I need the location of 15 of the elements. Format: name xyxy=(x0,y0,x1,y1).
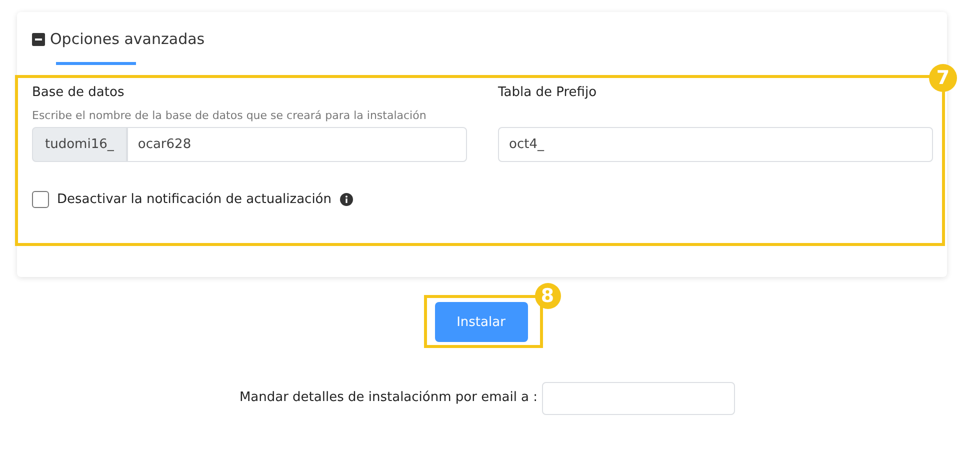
info-icon[interactable] xyxy=(340,193,353,206)
database-prefix: tudomi16_ xyxy=(32,127,127,162)
field-label: Tabla de Prefijo xyxy=(498,85,598,102)
callout-badge: 7 xyxy=(929,64,957,92)
email-field[interactable] xyxy=(542,382,735,415)
section-title[interactable]: Opciones avanzadas xyxy=(50,30,205,48)
field-hint: Escribe el nombre de la base de datos que se creará para la instalación xyxy=(32,109,428,123)
table-prefix-field[interactable]: oct4_ xyxy=(498,127,933,162)
email-label: Mandar detalles de instalaciónm por email a : xyxy=(239,390,538,406)
collapse-icon[interactable] xyxy=(32,32,45,46)
database-name-field[interactable]: ocar628 xyxy=(126,127,467,162)
checkbox[interactable] xyxy=(32,191,49,208)
callout-badge: 8 xyxy=(534,283,560,309)
checkbox-label: Desactivar la notificación de actualización xyxy=(57,192,332,207)
field-label: Base de datos xyxy=(32,85,126,102)
